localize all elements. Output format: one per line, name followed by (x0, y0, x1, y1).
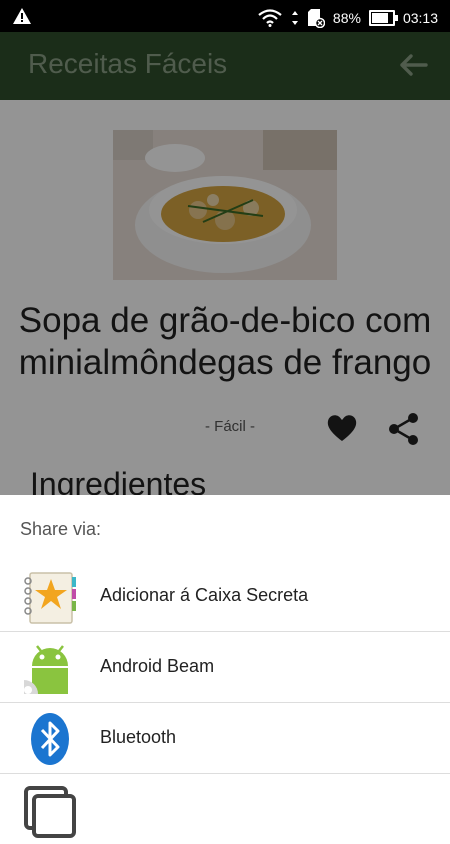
share-option-android-beam[interactable]: Android Beam (0, 632, 450, 703)
wifi-icon (258, 9, 282, 27)
share-heading: Share via: (20, 519, 102, 539)
warning-icon (13, 8, 31, 24)
share-option-label: Adicionar á Caixa Secreta (100, 585, 309, 605)
clock: 03:13 (402, 10, 438, 26)
share-option-partial[interactable] (0, 774, 450, 844)
status-bar: 88% 03:13 (0, 0, 450, 32)
share-option-label: Android Beam (100, 656, 215, 676)
dim-overlay[interactable] (0, 32, 450, 495)
battery-icon (368, 10, 398, 26)
share-option-bluetooth[interactable]: Bluetooth (0, 703, 450, 774)
share-sheet: Share via: Adicionar á Caixa Secreta And… (0, 495, 450, 838)
share-option-caixa-secreta[interactable]: Adicionar á Caixa Secreta (0, 561, 450, 632)
status-icons: 88% 03:13 (257, 8, 438, 28)
bluetooth-icon (31, 713, 69, 765)
sd-card-icon (307, 9, 325, 28)
share-option-label: Bluetooth (100, 727, 177, 747)
copy-icon (24, 786, 76, 838)
battery-percent: 88% (332, 10, 361, 26)
android-beam-icon (24, 642, 76, 694)
data-transfer-icon (291, 11, 298, 25)
battery-fill (371, 13, 388, 23)
notebook-star-icon (24, 572, 76, 624)
